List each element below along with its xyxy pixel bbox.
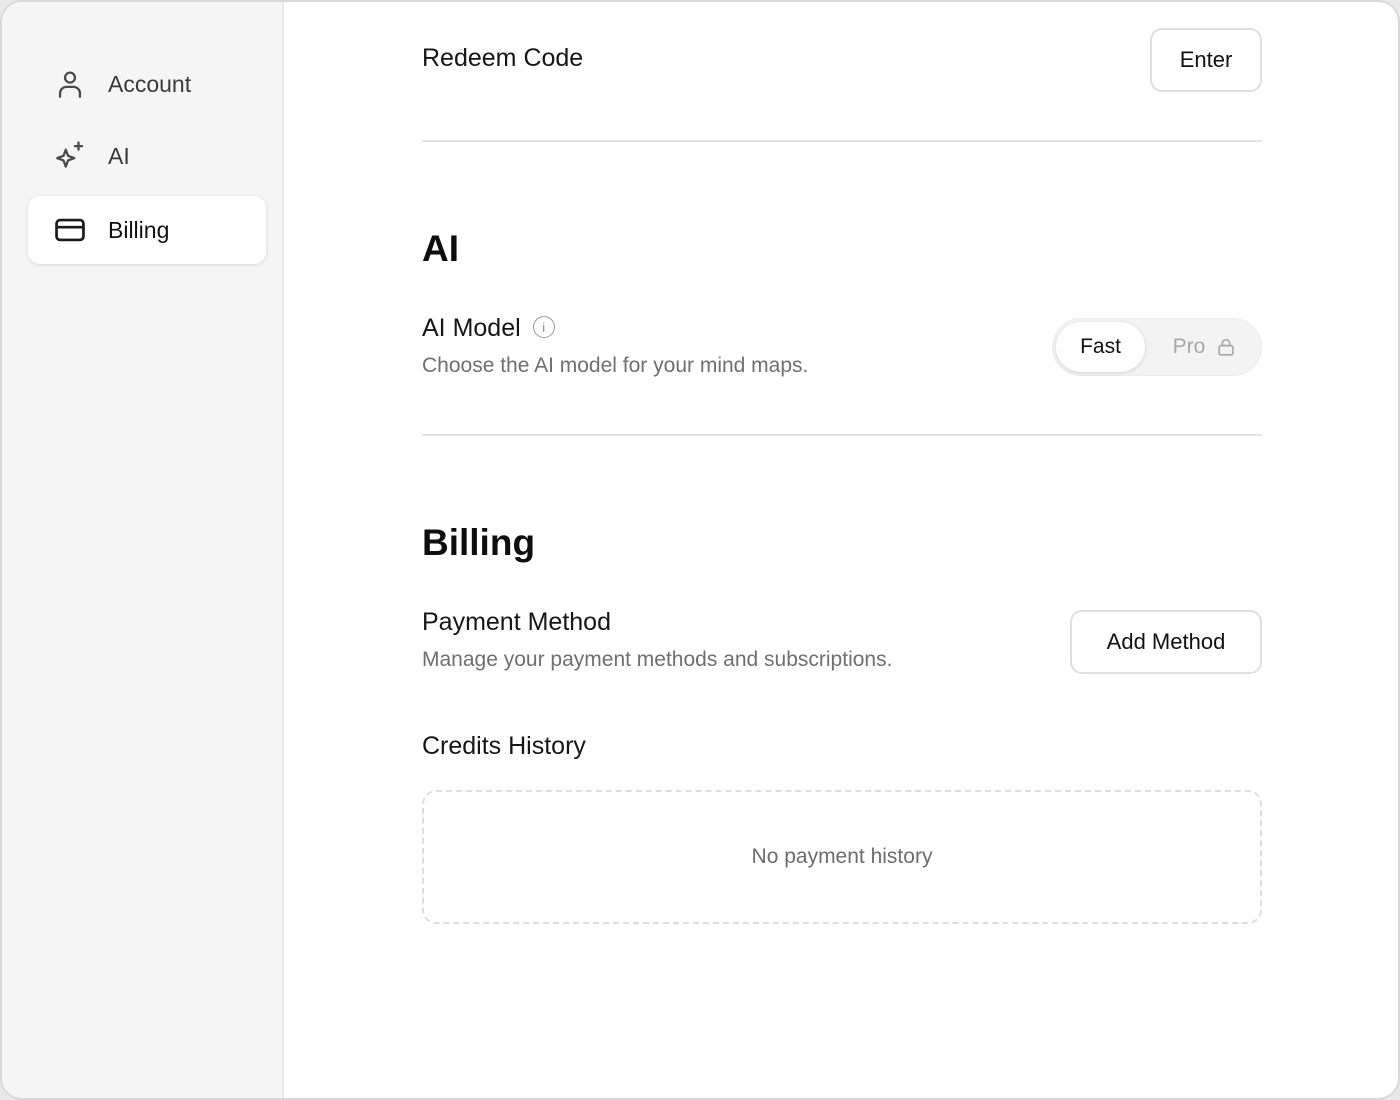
- ai-model-title: AI Model: [422, 314, 521, 342]
- ai-model-title-row: AI Model i: [422, 314, 555, 343]
- option-label: Fast: [1080, 335, 1121, 358]
- credits-history-empty-box: No payment history: [422, 790, 1262, 924]
- lock-icon: [1218, 338, 1235, 356]
- add-method-button[interactable]: Add Method: [1070, 610, 1262, 674]
- ai-section-heading: AI: [422, 228, 459, 269]
- settings-main: Redeem Code Enter AI AI Model i Choose th…: [284, 2, 1398, 1098]
- sidebar-item-label: AI: [108, 142, 130, 169]
- redeem-code-title: Redeem Code: [422, 44, 584, 72]
- payment-method-title: Payment Method: [422, 608, 611, 636]
- empty-history-text: No payment history: [751, 845, 933, 868]
- redeem-enter-button[interactable]: Enter: [1150, 28, 1262, 92]
- billing-section-heading: Billing: [422, 522, 536, 563]
- settings-sidebar: Account AI Billing: [2, 2, 284, 1098]
- info-icon[interactable]: i: [532, 316, 555, 339]
- sidebar-item-label: Account: [108, 70, 192, 97]
- sidebar-item-ai[interactable]: AI: [28, 122, 266, 190]
- sidebar-item-billing[interactable]: Billing: [28, 196, 266, 264]
- user-icon: [52, 66, 88, 102]
- ai-model-description: Choose the AI model for your mind maps.: [422, 354, 809, 377]
- ai-model-toggle: Fast Pro: [1052, 318, 1262, 376]
- option-label: Pro: [1172, 335, 1206, 358]
- section-divider: [422, 140, 1262, 142]
- section-divider: [422, 434, 1262, 436]
- sidebar-item-label: Billing: [108, 216, 170, 243]
- ai-model-option-pro[interactable]: Pro: [1153, 322, 1257, 372]
- sparkles-icon: [52, 138, 88, 174]
- settings-window: Account AI Billing Redeem Code Enter AI …: [0, 0, 1400, 1100]
- credits-history-title: Credits History: [422, 732, 586, 760]
- sidebar-item-account[interactable]: Account: [28, 50, 266, 118]
- payment-method-description: Manage your payment methods and subscrip…: [422, 648, 893, 671]
- ai-model-option-fast[interactable]: Fast: [1056, 322, 1145, 372]
- credit-card-icon: [52, 212, 88, 248]
